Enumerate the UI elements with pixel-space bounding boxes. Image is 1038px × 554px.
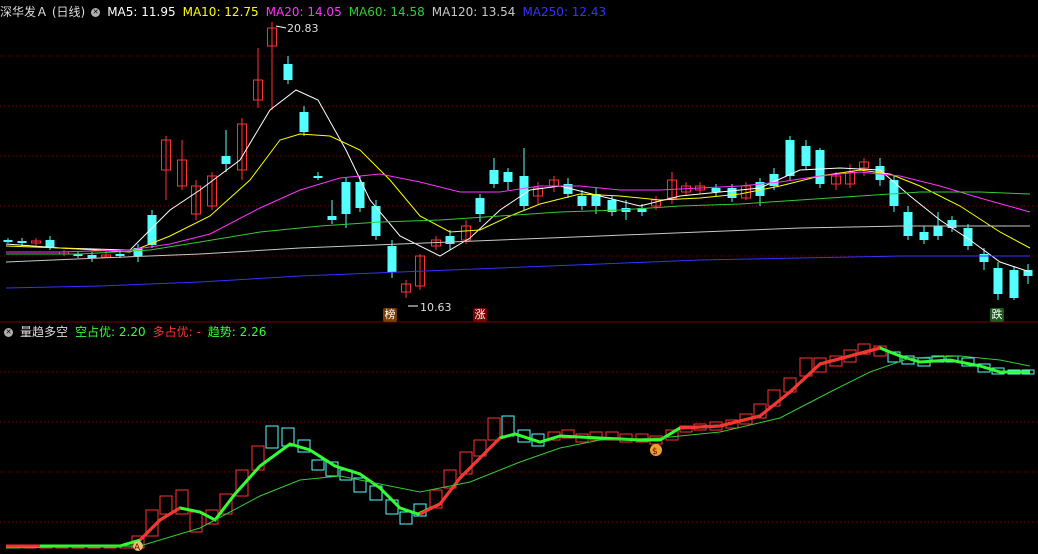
main-chart-header: 深华发Ａ (日线) ✕ MA5: 11.95 MA10: 12.75 MA20:… [0,2,613,22]
candle-body-down [313,176,323,178]
candle-body-down [919,232,929,240]
candle-body-down [519,176,529,206]
candle-body-down [947,220,957,228]
marker-a-label: A [134,543,141,553]
marker-die: 跌 [990,308,1004,322]
candle-body-down [993,268,1003,294]
candle-body-down [221,156,231,164]
low-price-label: 10.63 [420,301,452,314]
ma10-legend: MA10: 12.75 [182,5,259,19]
indicator-bar [487,417,501,441]
candle-body-down [979,254,989,262]
indicator-bar [399,511,413,525]
candle-body-down [889,180,899,206]
marker-zhang: 涨 [473,308,487,322]
candle-body-down [903,212,913,236]
candle-body-down [475,198,485,214]
indicator-header: ✕ 量趋多空 空占优: 2.20 多占优: - 趋势: 2.26 [4,322,273,342]
candle-body-down [387,246,397,272]
candle-body-down [115,254,125,256]
candle-body-down [147,215,157,245]
marker-bang: 榜 [383,308,397,322]
ma250-line [5,255,1030,289]
trend-line-kong [6,346,1030,548]
ma120-legend: MA120: 13.54 [431,5,516,19]
ma5-line [5,89,1031,273]
ma10-line [5,133,1031,253]
candle-body-down [3,240,13,242]
candle-body-down [503,172,513,182]
candle-body-down [489,170,499,184]
stock-title[interactable]: 深华发Ａ (日线) [0,2,85,22]
ma60-line [6,191,1031,255]
trend-line-duo-3 [419,436,502,516]
candle-body-down [299,112,309,132]
candle-body-down [445,236,455,244]
indicator-bar [311,459,325,471]
candle-body-down [577,196,587,206]
candle-body-down [711,188,721,192]
candle-body-down [341,182,351,214]
high-price-label: 20.83 [287,22,319,35]
indicator-bar [159,495,173,515]
kong-legend: 空占优: 2.20 [75,325,146,339]
ma20-legend: MA20: 14.05 [265,5,342,19]
indicator-title[interactable]: 量趋多空 [20,322,68,342]
ma250-legend: MA250: 12.43 [522,5,607,19]
trend-line-duo-4 [679,346,881,430]
ma60-legend: MA60: 14.58 [348,5,425,19]
duo-legend: 多占优: - [152,325,201,339]
candle-body-down [17,241,27,243]
candle-body-down [727,188,737,198]
indicator-bar [265,425,279,449]
ma5-legend: MA5: 11.95 [107,5,176,19]
candle-body-down [785,140,795,176]
stock-chart[interactable]: 20.83 10.63 A $ [0,0,1038,554]
indicator-bar [501,415,515,437]
candle-body-down [1009,270,1019,298]
candle-body-down [327,216,337,220]
marker-s-label: $ [652,447,658,457]
candle-body-down [933,226,943,236]
candle-body-down [87,255,97,258]
candle-body-down [815,150,825,184]
qushi-legend: 趋势: 2.26 [207,325,267,339]
indicator-settings-icon[interactable]: ✕ [4,327,13,337]
settings-circle-icon[interactable]: ✕ [91,7,101,17]
candle-body-down [283,64,293,80]
candle-body-down [801,146,811,166]
high-arrow [275,25,287,29]
